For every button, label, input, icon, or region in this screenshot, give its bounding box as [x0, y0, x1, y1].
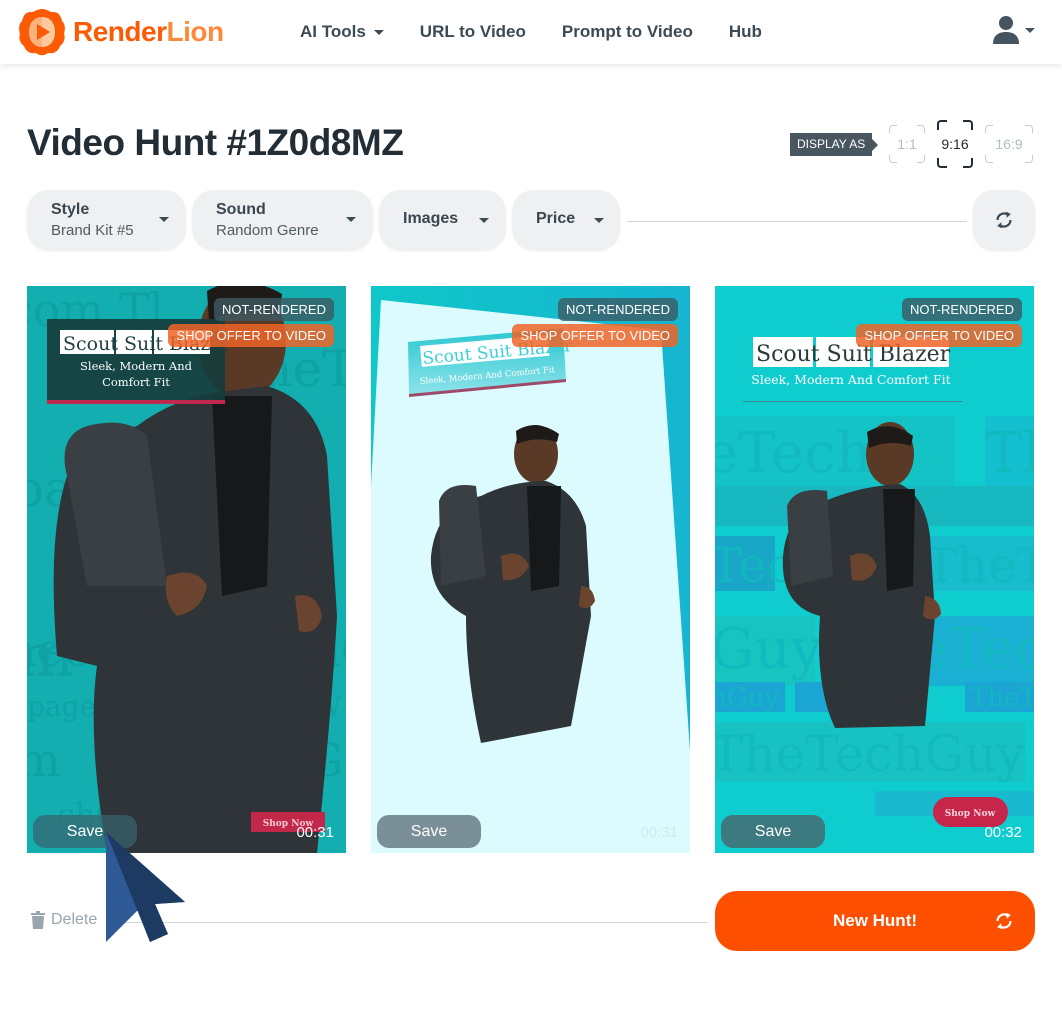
- top-navigation-bar: RenderLion AI Tools URL to Video Prompt …: [0, 0, 1062, 64]
- not-rendered-badge: NOT-RENDERED: [557, 298, 678, 321]
- images-filter-dropdown[interactable]: Images: [379, 190, 506, 250]
- ratio-9-16-button[interactable]: 9:16: [937, 120, 973, 168]
- svg-text:page: page: [27, 690, 96, 723]
- nav-hub[interactable]: Hub: [729, 22, 762, 42]
- user-menu-button[interactable]: [990, 14, 1035, 46]
- ratio-16-9-button[interactable]: 16:9: [985, 125, 1033, 163]
- video-preview-2: Scout Suit Blazer Sleek, Modern And Comf…: [371, 286, 690, 853]
- ratio-1-1-button[interactable]: 1:1: [889, 125, 925, 163]
- save-button[interactable]: Save: [377, 815, 481, 848]
- style-filter-value: Brand Kit #5: [51, 222, 134, 239]
- sound-filter-dropdown[interactable]: Sound Random Genre: [192, 190, 373, 250]
- caret-down-icon: [1025, 27, 1035, 33]
- nav-prompt-to-video[interactable]: Prompt to Video: [562, 22, 693, 42]
- price-filter-label: Price: [536, 210, 576, 227]
- brand-name-part1: Render: [73, 16, 167, 47]
- main-nav: AI Tools URL to Video Prompt to Video Hu…: [300, 0, 798, 64]
- card-3-tagline: Sleek, Modern And Comfort Fit: [751, 372, 950, 387]
- nav-hub-label: Hub: [728, 22, 762, 41]
- caret-down-icon: [159, 217, 169, 222]
- price-filter-dropdown[interactable]: Price: [512, 190, 620, 250]
- save-button[interactable]: Save: [33, 815, 137, 848]
- caret-down-icon: [373, 29, 384, 35]
- new-hunt-button[interactable]: New Hunt!: [715, 891, 1035, 951]
- card-1-tagline-line2: Comfort Fit: [102, 375, 170, 389]
- lion-logo-icon: [19, 9, 65, 56]
- brand-name-part2: Lion: [166, 16, 224, 47]
- shop-offer-to-video-button[interactable]: SHOP OFFER TO VIDEO: [856, 324, 1022, 347]
- ratio-9-16-label: 9:16: [941, 136, 969, 152]
- svg-text:Tec: Tec: [715, 538, 794, 594]
- svg-text:TheTe: TheTe: [925, 538, 1034, 594]
- video-preview-1: com Tl TheT pag T nec m mG page yW m G c…: [27, 286, 346, 853]
- not-rendered-badge: NOT-RENDERED: [213, 298, 334, 321]
- svg-text:Guy: Guy: [715, 617, 823, 682]
- trash-icon: [31, 911, 45, 929]
- card-1-tagline-line1: Sleek, Modern And: [80, 359, 193, 373]
- page-title: Video Hunt #1Z0d8MZ: [27, 122, 404, 163]
- ratio-1-1-label: 1:1: [897, 136, 917, 152]
- svg-text:hGuy: hGuy: [715, 683, 779, 713]
- shop-offer-to-video-button[interactable]: SHOP OFFER TO VIDEO: [168, 324, 334, 347]
- save-button[interactable]: Save: [721, 815, 825, 848]
- delete-label: Delete: [51, 911, 98, 928]
- nav-ai-tools[interactable]: AI Tools: [300, 22, 384, 42]
- renderlion-logo[interactable]: RenderLion: [17, 7, 224, 57]
- display-as-label: DISPLAY AS: [790, 133, 879, 156]
- not-rendered-badge: NOT-RENDERED: [901, 298, 1022, 321]
- style-filter-dropdown[interactable]: Style Brand Kit #5: [27, 190, 186, 250]
- nav-ai-tools-label: AI Tools: [300, 22, 366, 41]
- caret-down-icon: [594, 218, 604, 223]
- ratio-16-9-label: 16:9: [995, 136, 1023, 152]
- sound-filter-label: Sound: [216, 201, 266, 218]
- video-duration: 00:32: [984, 824, 1022, 841]
- video-card-3[interactable]: eTech Th Tec TheTe Guy eTec hGuy TheTe T…: [715, 286, 1034, 853]
- shop-offer-to-video-button[interactable]: SHOP OFFER TO VIDEO: [512, 324, 678, 347]
- style-filter-label: Style: [51, 201, 90, 218]
- filter-divider: [627, 221, 967, 222]
- video-card-1[interactable]: com Tl TheT pag T nec m mG page yW m G c…: [27, 286, 346, 853]
- svg-text:Th: Th: [985, 421, 1034, 486]
- video-preview-3: eTech Th Tec TheTe Guy eTec hGuy TheTe T…: [715, 286, 1034, 853]
- svg-text:TheTe: TheTe: [970, 683, 1034, 713]
- nav-url-to-video[interactable]: URL to Video: [420, 22, 526, 42]
- nav-prompt-to-video-label: Prompt to Video: [561, 22, 693, 41]
- images-filter-label: Images: [403, 210, 459, 227]
- video-card-2[interactable]: Scout Suit Blazer Sleek, Modern And Comf…: [371, 286, 690, 853]
- refresh-icon: [996, 211, 1012, 229]
- video-duration: 00:31: [296, 824, 334, 841]
- caret-down-icon: [479, 218, 489, 223]
- delete-button[interactable]: Delete: [31, 911, 97, 929]
- caret-down-icon: [346, 217, 356, 222]
- user-icon: [993, 16, 1019, 44]
- new-hunt-label: New Hunt!: [832, 911, 918, 930]
- card-3-cta: Shop Now: [945, 809, 996, 819]
- brand-name: RenderLion: [73, 16, 224, 48]
- svg-text:TheTechGuy: TheTechGuy: [715, 725, 1026, 783]
- refresh-filters-button[interactable]: [973, 190, 1035, 250]
- footer-divider: [110, 922, 708, 923]
- svg-text:eTech: eTech: [715, 421, 872, 486]
- video-duration: 00:31: [640, 824, 678, 841]
- nav-url-to-video-label: URL to Video: [419, 22, 526, 41]
- refresh-icon: [996, 912, 1012, 930]
- svg-text:m: m: [27, 733, 61, 787]
- sound-filter-value: Random Genre: [216, 222, 319, 239]
